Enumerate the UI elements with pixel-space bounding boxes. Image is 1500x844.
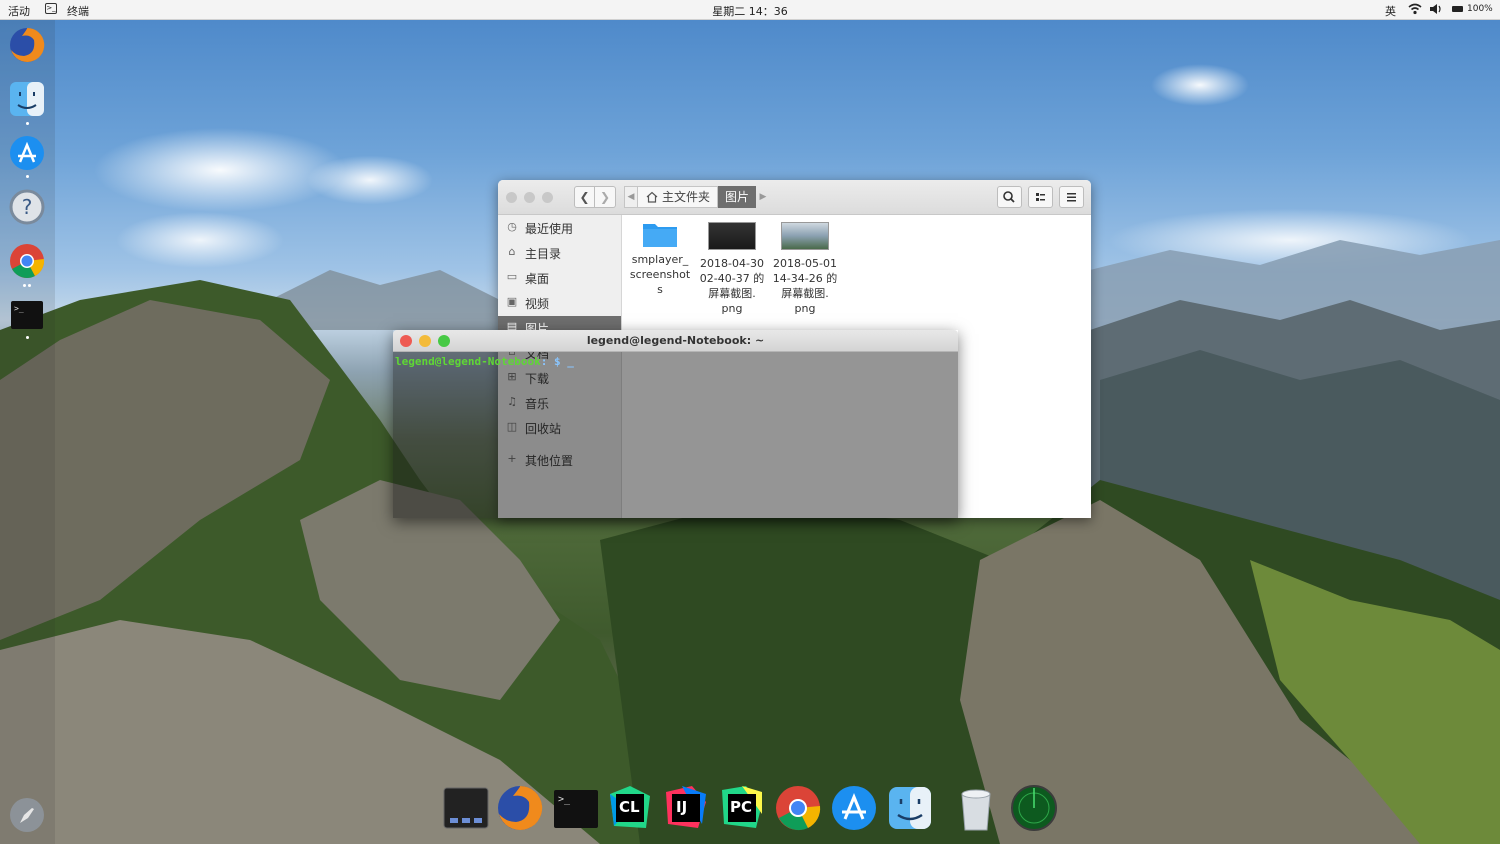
clion-icon[interactable]: CL (606, 784, 654, 832)
back-button[interactable]: ❮ (574, 186, 595, 208)
close-button[interactable] (506, 192, 517, 203)
volume-icon[interactable] (1429, 3, 1443, 15)
workspace-icon[interactable] (442, 784, 490, 832)
sidebar-item-label: 视频 (525, 297, 550, 311)
running-indicator (26, 336, 29, 339)
sidebar-item-label: 主目录 (525, 247, 562, 261)
breadcrumb-home[interactable]: 主文件夹 (638, 186, 718, 208)
app-store-icon[interactable] (8, 134, 46, 172)
battery-percentage: 100% (1467, 4, 1493, 14)
wifi-icon[interactable] (1408, 2, 1422, 16)
firefox-icon[interactable] (8, 26, 46, 64)
intellij-icon[interactable]: IJ (662, 784, 710, 832)
breadcrumb-home-label: 主文件夹 (662, 190, 711, 204)
terminal-icon[interactable]: >_ (8, 296, 46, 334)
terminal-titlebar: legend@legend-Notebook: ~ (393, 330, 958, 352)
finder-icon[interactable] (886, 784, 934, 832)
app-store-icon[interactable] (830, 784, 878, 832)
desktop-icon: ▭ (506, 270, 518, 283)
prompt-user: legend@legend-Notebook (395, 355, 541, 368)
running-indicator (23, 284, 26, 287)
terminal-icon[interactable]: >_ (552, 784, 600, 832)
finder-icon[interactable] (8, 80, 46, 118)
file-item-screenshot[interactable]: 2018-05-01 14-34-26 的 屏幕截图. png (769, 220, 841, 316)
help-icon[interactable]: ? (8, 188, 46, 226)
sidebar-item-home[interactable]: ⌂ 主目录 (498, 241, 621, 265)
home-icon (646, 191, 658, 203)
left-dock: ? >_ (0, 20, 55, 844)
running-indicator (26, 122, 29, 125)
terminal-window: legend@legend-Notebook: ~ legend@legend-… (393, 330, 958, 518)
image-thumbnail (781, 222, 829, 250)
rocket-icon[interactable] (8, 796, 46, 834)
file-name-line: s (657, 283, 663, 296)
prompt-suffix: : $ _ (540, 355, 574, 368)
file-name-line: 2018-05-01 (773, 257, 837, 270)
trash-icon[interactable] (952, 784, 1000, 832)
pycharm-icon[interactable]: PC (718, 784, 766, 832)
file-name-line: 14-34-26 的 (772, 272, 838, 285)
breadcrumb-current[interactable]: 图片 (718, 186, 756, 208)
path-scroll-left-button[interactable]: ◀ (624, 186, 638, 208)
svg-text:>_: >_ (558, 794, 571, 805)
forward-button[interactable]: ❯ (595, 186, 616, 208)
terminal-body[interactable]: legend@legend-Notebook: $ _ (393, 352, 958, 518)
view-toggle-button[interactable] (1028, 186, 1053, 208)
file-name-line: screenshot (629, 268, 691, 281)
file-name-line: 02-40-37 的 (699, 272, 765, 285)
radar-icon[interactable] (1010, 784, 1058, 832)
chrome-icon[interactable] (774, 784, 822, 832)
list-view-icon (1036, 193, 1045, 201)
file-name-line: png (794, 302, 816, 315)
input-method[interactable]: 英 (1385, 3, 1396, 19)
home-icon: ⌂ (508, 245, 516, 258)
hamburger-icon (1067, 193, 1076, 202)
battery-icon[interactable] (1452, 6, 1463, 12)
files-headerbar: ❮ ❯ ◀ 主文件夹 图片 ▶ (498, 180, 1091, 215)
running-indicator (26, 175, 29, 178)
firefox-icon[interactable] (496, 784, 544, 832)
running-indicator (28, 284, 31, 287)
search-button[interactable] (997, 186, 1022, 208)
minimize-button[interactable] (524, 192, 535, 203)
sidebar-item-label: 桌面 (525, 272, 550, 286)
clock[interactable]: 星期二 14：36 (0, 3, 1500, 19)
file-name-line: png (721, 302, 743, 315)
clock-icon: ◷ (507, 220, 517, 233)
path-scroll-right-button[interactable]: ▶ (756, 186, 770, 208)
terminal-title: legend@legend-Notebook: ~ (586, 334, 765, 347)
clion-label: CL (619, 798, 640, 816)
file-name-line: 2018-04-30 (700, 257, 764, 270)
svg-text:>_: >_ (14, 304, 24, 313)
chrome-icon[interactable] (8, 242, 46, 280)
sidebar-item-desktop[interactable]: ▭ 桌面 (498, 266, 621, 290)
search-icon (1003, 191, 1015, 203)
folder-icon (642, 220, 678, 248)
bottom-dock: >_ CL IJ PC (440, 780, 1060, 844)
sidebar-item-videos[interactable]: ▣ 视频 (498, 291, 621, 315)
top-panel: 活动 >_ 终端 星期二 14：36 英 100% (0, 0, 1500, 20)
file-item-folder[interactable]: smplayer_ screenshot s (624, 220, 696, 297)
image-thumbnail (708, 222, 756, 250)
terminal-prompt: legend@legend-Notebook: $ _ (395, 355, 574, 368)
menu-button[interactable] (1059, 186, 1084, 208)
maximize-button[interactable] (542, 192, 553, 203)
pycharm-label: PC (730, 798, 752, 816)
video-icon: ▣ (506, 295, 518, 308)
sidebar-item-label: 最近使用 (525, 222, 574, 236)
intellij-label: IJ (676, 798, 687, 816)
file-name-line: 屏幕截图. (781, 287, 829, 300)
file-item-screenshot[interactable]: 2018-04-30 02-40-37 的 屏幕截图. png (696, 220, 768, 316)
svg-text:?: ? (22, 195, 33, 219)
file-name-line: 屏幕截图. (708, 287, 756, 300)
file-name-line: smplayer_ (631, 253, 689, 266)
sidebar-item-recent[interactable]: ◷ 最近使用 (498, 216, 621, 240)
